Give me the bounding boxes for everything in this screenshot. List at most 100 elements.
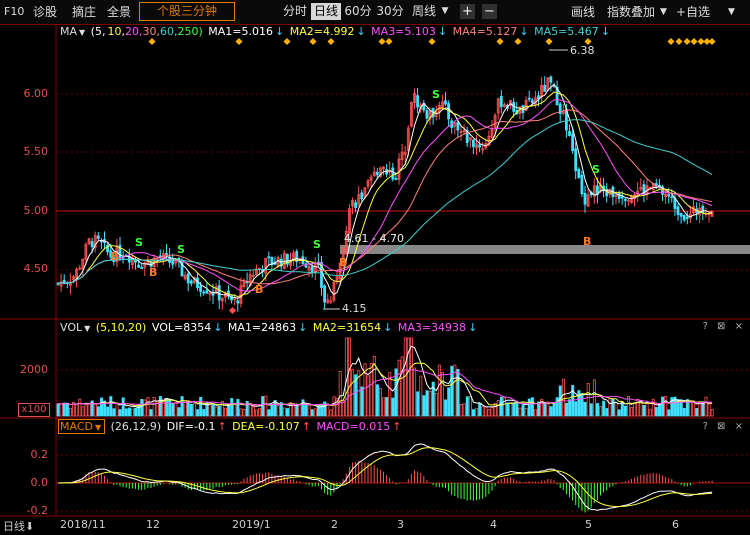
volume-bar [239,408,243,417]
volume-bar [282,407,286,417]
volume-bar [158,396,162,417]
volume-bar [602,400,606,417]
volume-bar [592,379,596,417]
volume-bar [527,398,531,417]
candle-body [236,300,240,304]
volume-bar [707,403,711,417]
candle-body [667,194,671,197]
candle-body [310,266,314,273]
volume-bar [378,388,382,417]
volume-bar [437,364,441,417]
candle-body [685,216,689,219]
volume-bar [100,397,104,417]
price-range-label: 4.61 - 4.70 [344,232,404,245]
kline-chart[interactable] [0,0,750,535]
date-label: 2019/1 [232,518,271,531]
volume-bar [258,408,262,417]
signal-diamond [385,37,393,46]
volume-bar [130,408,134,417]
volume-bar [351,368,355,417]
volume-bar [490,407,494,417]
vol-panel-icons[interactable]: ? ⊠ × [703,321,746,332]
period-selector[interactable]: 日线⬇ [3,518,34,534]
macd-axis-label: 0.0 [30,476,49,489]
candle-body [196,277,199,289]
date-label: 2018/11 [60,518,106,531]
volume-bar [245,401,249,417]
volume-bar [276,405,280,417]
volume-bar [509,402,513,417]
vol-ma2: MA2=31654 [312,321,382,334]
candle-body [580,174,584,195]
candle-body [375,171,379,176]
volume-bar [481,406,485,417]
volume-bar [543,403,547,417]
volume-bar [174,403,178,417]
vol-dropdown-icon[interactable]: ▼ [84,324,90,333]
date-label: 4 [490,518,497,531]
volume-bar [521,402,525,417]
volume-bar [375,384,379,417]
volume-bar [484,406,488,417]
volume-bar [537,401,541,417]
candle-body [549,76,553,83]
candle-body [543,85,547,92]
date-label: 5 [585,518,592,531]
volume-bar [118,409,122,417]
macd-panel-icons[interactable]: ? ⊠ × [703,421,746,432]
macd-indicator-selector[interactable]: MACD ▼ [58,419,106,434]
volume-bar [397,359,401,417]
signal-diamond [327,37,335,46]
volume-bar [202,409,206,417]
macd-value: MACD=0.015 [316,420,391,433]
period-selector-label: 日线 [3,520,25,533]
low-price-label: 4.15 [342,302,367,315]
sell-signal: S [177,243,185,256]
volume-bar [285,408,289,417]
volume-bar [689,401,693,417]
volume-bar [338,371,342,417]
volume-bar [360,386,364,417]
buy-signal: B [339,256,348,269]
volume-bar [267,409,271,417]
vol-legend: VOL ▼ (5,10,20) VOL=8354 ↓ MA1=24863 ↓ MA2=… [60,321,479,335]
candle-body [596,185,599,195]
volume-bar [561,378,565,417]
candle-body [527,97,531,100]
candle-body [456,121,460,131]
vol-legend-name[interactable]: VOL [60,321,82,334]
signal-diamond [235,37,243,46]
volume-bar [546,401,550,417]
date-label: 3 [397,518,404,531]
volume-bar [617,409,621,417]
volume-bar [307,405,311,417]
vol-value: VOL=8354 [151,321,212,334]
volume-bar [599,406,603,417]
volume-bar [506,402,510,417]
volume-bar [211,404,215,417]
candle-body [623,199,627,201]
volume-bar [304,404,308,417]
vol-axis-label: 2000 [20,363,48,376]
volume-bar [583,401,587,417]
vol-unit-label: x100 [18,403,50,417]
macd-params: (26,12,9) [110,420,162,433]
candle-body [682,215,686,221]
volume-bar [143,399,147,417]
volume-bar [630,406,634,417]
down-arrow-icon: ↓ [298,321,308,334]
volume-bar [127,407,131,417]
low-diamond [228,306,237,315]
volume-bar [419,375,423,417]
volume-bar [146,397,150,417]
volume-bar [605,408,609,417]
candle-body [165,253,168,255]
down-arrow-icon: ↓ [213,321,223,334]
volume-bar [400,356,404,417]
volume-bar [347,337,351,417]
macd-dif: DIF=-0.1 [166,420,216,433]
signal-diamond [378,37,386,46]
volume-bar [568,399,572,417]
signal-diamond [148,37,156,46]
volume-bar [180,396,184,417]
